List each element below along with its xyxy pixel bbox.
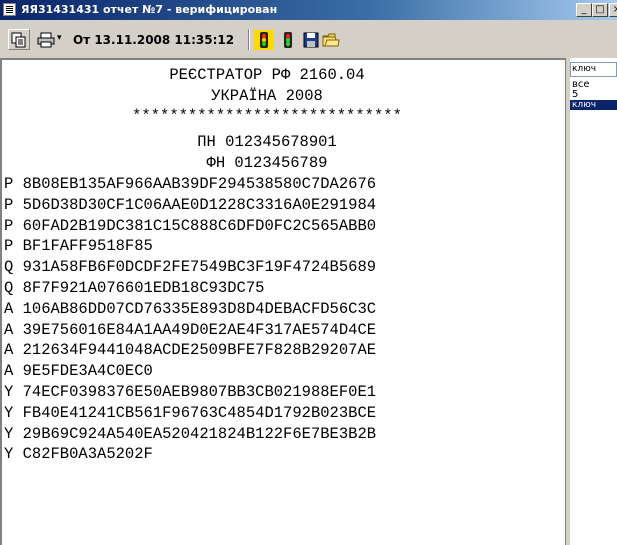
fiscal-number-line: ФН 0123456789: [206, 154, 328, 172]
separator-stars-line: *****************************: [132, 107, 402, 125]
registrar-model-line: РЕЄСТРАТОР РФ 2160.04: [169, 66, 365, 84]
country-year-line: УКРАЇНА 2008: [211, 87, 323, 105]
title-bar[interactable]: ЯЯ31431431 отчет №7 - верифицирован _ □ …: [0, 0, 617, 20]
open-button[interactable]: [320, 29, 342, 50]
floppy-save-icon: [303, 32, 319, 47]
receipt-row: Q 8F7F921A076601EDB18C93DC75: [4, 279, 265, 297]
traffic-light-green-button[interactable]: [277, 29, 299, 50]
receipt-row: A 39E756016E84A1AA49D0E2AE4F317AE574D4CE: [4, 320, 377, 339]
receipt-row: A 106AB86DD07CD76335E893D8D4DEBACFD56C3C: [4, 299, 377, 318]
traffic-light-icon: [254, 29, 274, 50]
print-button[interactable]: [36, 29, 56, 50]
receipt-row: A 212634F9441048ACDE2509BFE7F828B29207AE: [4, 341, 377, 360]
key-filter-pane: ключ все 5 ключ: [570, 58, 617, 545]
copy-button[interactable]: [8, 29, 30, 50]
toolbar-separator: [248, 29, 250, 50]
traffic-light-button[interactable]: [253, 29, 275, 50]
key-input[interactable]: ключ: [570, 62, 617, 77]
receipt-row: Y 29B69C924A540EA520421824B122F6E7BE3B2B: [4, 424, 377, 443]
receipt-row: P 8B08EB135AF966AAB39DF294538580C7DA2676: [4, 175, 377, 193]
window-title: ЯЯ31431431 отчет №7 - верифицирован: [21, 3, 278, 16]
receipt-row: Y FB40E41241CB561F96763C4854D1792B023BCE: [4, 403, 377, 422]
receipt-row: P 60FAD2B19DC381C15C888C6DFD0FC2C565ABB0: [4, 216, 377, 235]
printer-icon: [37, 32, 55, 47]
save-button[interactable]: [300, 29, 322, 50]
tax-number-line: ПН 012345678901: [197, 133, 337, 151]
traffic-light-green-icon: [284, 31, 292, 48]
key-list[interactable]: все 5 ключ: [570, 80, 617, 140]
toolbar: ▾ От 13.11.2008 11:35:12: [0, 20, 617, 58]
receipt-text-area[interactable]: РЕЄСТРАТОР РФ 2160.04 УКРАЇНА 2008 *****…: [0, 58, 566, 545]
minimize-button[interactable]: _: [576, 3, 592, 17]
receipt-row: Y 74ECF0398376E50AEB9807BB3CB021988EF0E1: [4, 383, 377, 401]
copy-icon: [11, 32, 26, 47]
document-icon: [3, 3, 16, 16]
folder-open-icon: [322, 33, 340, 46]
receipt-row: A 9E5FDE3A4C0EC0: [4, 362, 153, 381]
key-list-item[interactable]: ключ: [570, 100, 617, 110]
report-date-label: От 13.11.2008 11:35:12: [73, 33, 235, 47]
key-list-item[interactable]: 5: [570, 90, 617, 100]
receipt-row: P 5D6D38D30CF1C06AAE0D1228C3316A0E291984: [4, 195, 377, 214]
receipt-row: Y C82FB0A3A5202F: [4, 445, 153, 464]
close-button[interactable]: ×: [609, 3, 617, 17]
receipt-row: Q 931A58FB6F0DCDF2FE7549BC3F19F4724B5689: [4, 258, 377, 277]
receipt-row: P BF1FAFF9518F85: [4, 237, 153, 256]
maximize-button[interactable]: □: [592, 3, 608, 17]
print-dropdown-arrow[interactable]: ▾: [57, 33, 62, 43]
